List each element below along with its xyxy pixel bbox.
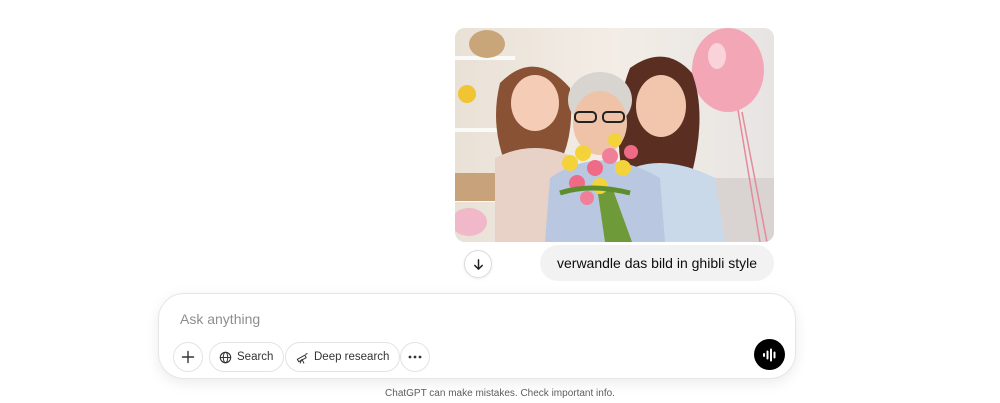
voice-mode-button[interactable] [754, 339, 785, 370]
plus-icon [181, 350, 195, 364]
message-composer: Search Deep research [158, 293, 796, 379]
attach-button[interactable] [173, 342, 203, 372]
search-button-label: Search [237, 351, 274, 363]
uploaded-image[interactable] [455, 28, 774, 242]
telescope-icon [295, 351, 309, 364]
deep-research-button[interactable]: Deep research [285, 342, 401, 372]
globe-icon [219, 351, 232, 364]
disclaimer-text: ChatGPT can make mistakes. Check importa… [385, 388, 615, 399]
scroll-to-bottom-button[interactable] [464, 250, 492, 278]
message-input[interactable] [180, 308, 740, 330]
ellipsis-icon [408, 355, 422, 359]
deep-research-button-label: Deep research [314, 351, 390, 363]
more-tools-button[interactable] [400, 342, 430, 372]
arrow-down-icon [473, 258, 483, 270]
search-button[interactable]: Search [209, 342, 285, 372]
voice-mode-icon [762, 348, 775, 361]
family-photo-illustration [455, 28, 774, 242]
user-message-bubble: verwandle das bild in ghibli style [540, 245, 774, 281]
